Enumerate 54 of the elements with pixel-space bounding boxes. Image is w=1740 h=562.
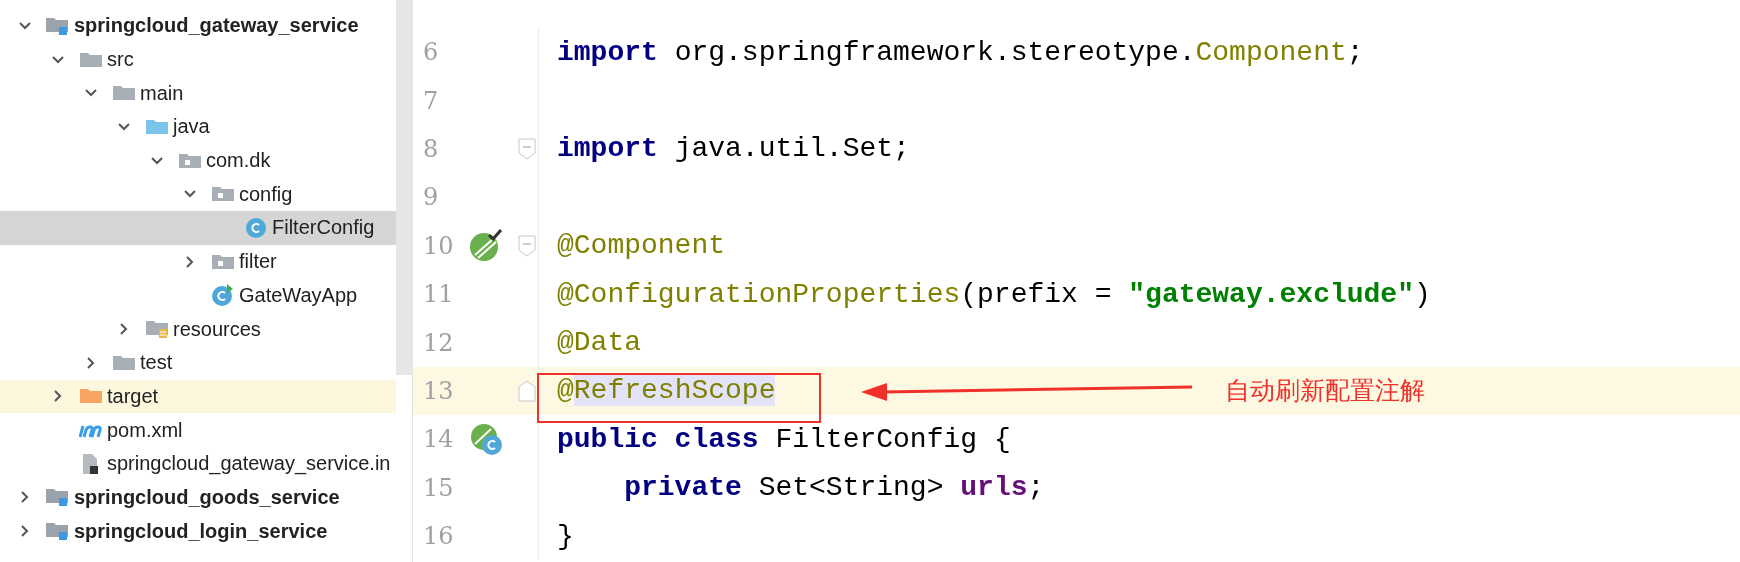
line-number: 11 xyxy=(422,280,455,309)
code-line: public class FilterConfig { xyxy=(556,423,1012,455)
line-number: 9 xyxy=(422,183,440,212)
folder-icon xyxy=(112,84,136,103)
code-line: private Set<String> urls; xyxy=(623,472,1046,504)
package-folder-icon xyxy=(178,151,202,170)
code-line: } xyxy=(556,520,575,552)
code-line: @ConfigurationProperties(prefix = "gateway.exclude") xyxy=(556,278,1432,310)
tree-item[interactable]: filter xyxy=(0,244,396,279)
folder-icon xyxy=(79,387,103,406)
package-folder-icon xyxy=(211,252,235,271)
code-line: import org.springframework.stereotype.Component; xyxy=(556,36,1365,68)
tree-item[interactable]: test xyxy=(0,345,396,380)
line-number: 14 xyxy=(422,425,455,454)
spring-class-icon[interactable] xyxy=(469,422,503,457)
line-number: 7 xyxy=(422,86,440,115)
package-folder-icon xyxy=(211,185,235,204)
bean-icon[interactable] xyxy=(469,228,503,263)
resources-folder-icon xyxy=(145,319,169,340)
tree-item[interactable]: FilterConfig xyxy=(0,211,396,245)
line-number: 8 xyxy=(422,134,440,163)
line-number: 10 xyxy=(422,231,455,260)
file-icon xyxy=(81,452,101,475)
line-number: 6 xyxy=(422,38,440,67)
module-folder-icon xyxy=(45,487,71,508)
scrollbar-thumb[interactable] xyxy=(396,0,412,375)
code-line: import java.util.Set; xyxy=(556,133,911,165)
tree-item[interactable]: GateWayApp xyxy=(0,278,396,313)
tree-item[interactable]: springcloud_goods_service xyxy=(0,480,396,515)
module-folder-icon xyxy=(45,521,71,542)
code-line: @Data xyxy=(556,327,642,359)
module-folder-icon xyxy=(45,15,71,36)
tree-item[interactable]: java xyxy=(0,110,396,144)
class-icon xyxy=(245,216,267,239)
folder-icon xyxy=(145,117,169,136)
line-number: 15 xyxy=(422,473,455,502)
tree-item[interactable]: main xyxy=(0,76,396,111)
tree-item[interactable]: target xyxy=(0,379,396,414)
line-number: 16 xyxy=(422,522,455,551)
tree-item[interactable]: src xyxy=(0,42,396,77)
spring-class-icon xyxy=(211,283,235,308)
tree-item[interactable]: springcloud_gateway_service.in xyxy=(0,446,396,481)
folder-icon xyxy=(79,50,103,69)
tree-item[interactable]: springcloud_login_service xyxy=(0,514,396,548)
tree-item[interactable]: config xyxy=(0,177,396,212)
annotation-note: 自动刷新配置注解 xyxy=(1225,375,1425,407)
folder-icon xyxy=(112,353,136,372)
tree-item[interactable]: resources xyxy=(0,312,396,346)
tree-item[interactable]: springcloud_gateway_service xyxy=(0,9,396,43)
tree-item[interactable]: com.dk xyxy=(0,143,396,178)
line-number: 13 xyxy=(422,376,455,405)
code-line: @Component xyxy=(556,230,727,262)
tree-item[interactable]: pom.xml xyxy=(0,413,396,447)
line-number: 12 xyxy=(422,328,455,357)
